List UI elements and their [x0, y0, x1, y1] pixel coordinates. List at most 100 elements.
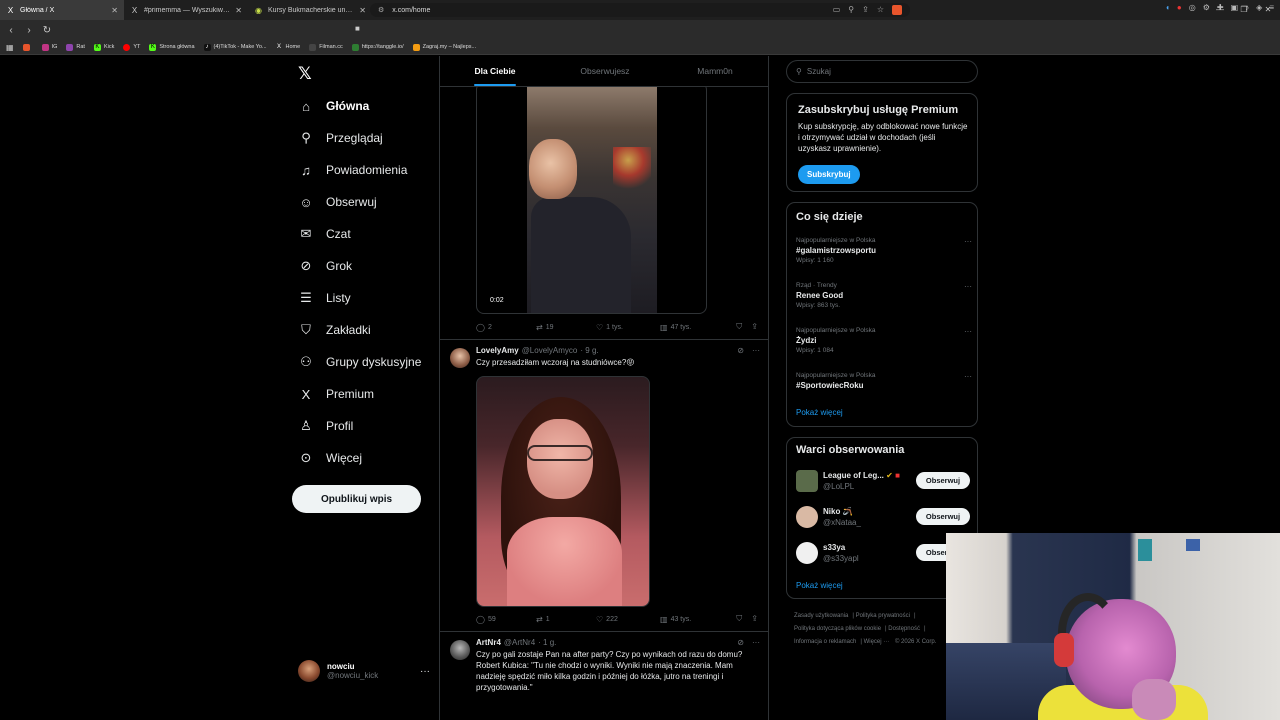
bookmark-item[interactable]: ♪ (4)TikTok - Make Yo...: [203, 43, 267, 51]
zoom-icon[interactable]: ⚲: [848, 5, 854, 15]
views-button[interactable]: ▥ 43 tys.: [660, 615, 728, 624]
footer-link[interactable]: Informacja o reklamach: [794, 639, 856, 645]
bookmark-item[interactable]: K Strona główna: [149, 43, 195, 51]
nav-item-chat[interactable]: ✉ Czat: [298, 224, 351, 244]
author-handle[interactable]: @ArtNr4: [504, 638, 535, 647]
tab-search[interactable]: X #primemma — Wyszukiwanie / X ✕: [124, 0, 248, 20]
search-input[interactable]: ⚲ Szukaj: [786, 60, 978, 83]
extension-icon[interactable]: ◎: [1189, 3, 1196, 12]
footer-link[interactable]: Więcej ···: [864, 639, 890, 645]
bookmark-item[interactable]: YT: [123, 43, 140, 51]
bookmark-item[interactable]: K Kick: [93, 43, 114, 51]
footer-link[interactable]: Zasady użytkowania: [794, 613, 848, 619]
reply-button[interactable]: ◯ 2: [476, 323, 536, 332]
close-icon[interactable]: ✕: [111, 6, 118, 15]
avatar[interactable]: [796, 470, 818, 492]
author-name[interactable]: LovelyAmy: [476, 346, 519, 355]
post-time[interactable]: · 9 g.: [580, 346, 598, 355]
subscribe-button[interactable]: Subskrybuj: [798, 165, 860, 184]
follow-suggestion[interactable]: League of Leg... ✔ ■ @LoLPL Obserwuj: [796, 468, 970, 494]
views-button[interactable]: ▥ 47 tys.: [660, 323, 728, 332]
back-icon[interactable]: ‹: [6, 25, 16, 36]
post-video[interactable]: 0:02: [476, 82, 707, 314]
more-icon[interactable]: ···: [752, 638, 760, 647]
footer-link[interactable]: Polityka dotycząca plików cookie: [794, 626, 881, 632]
reload-icon[interactable]: ↻: [42, 25, 52, 36]
bookmark-item[interactable]: Rat: [66, 43, 85, 51]
site-info-icon[interactable]: ⚙: [378, 6, 384, 14]
repost-button[interactable]: ⇄ 19: [536, 323, 596, 332]
show-more-link[interactable]: Pokaż więcej: [796, 581, 843, 590]
nav-item-communities[interactable]: ⚇ Grupy dyskusyjne: [298, 352, 421, 372]
nav-item-home[interactable]: ⌂ Główna: [298, 96, 369, 116]
extension-icon[interactable]: ●: [1177, 3, 1182, 12]
post-time[interactable]: · 1 g.: [538, 638, 556, 647]
more-icon[interactable]: ···: [964, 372, 972, 381]
nav-item-notifications[interactable]: ♫ Powiadomienia: [298, 160, 407, 180]
more-icon[interactable]: ···: [964, 282, 972, 291]
footer-link[interactable]: Dostępność: [888, 626, 920, 632]
grok-icon[interactable]: ⊘: [737, 346, 744, 355]
bookmark-item[interactable]: Zagraj.my – Najleps...: [412, 43, 476, 51]
like-button[interactable]: ♡ 222: [596, 615, 660, 624]
sidebar-icon[interactable]: ▣: [1231, 3, 1239, 12]
grok-icon[interactable]: ⊘: [737, 638, 744, 647]
url-field[interactable]: ⚙ x.com/home ▭ ⚲ ⇪ ☆: [370, 3, 910, 17]
trend-item[interactable]: Najpopularniejsze w Polska #galamistrzow…: [796, 237, 972, 264]
post-image[interactable]: [476, 376, 650, 607]
bookmark-icon[interactable]: ⛉: [736, 322, 742, 332]
nav-item-lists[interactable]: ☰ Listy: [298, 288, 351, 308]
like-button[interactable]: ♡ 1 tys.: [596, 323, 660, 332]
tab-custom-feed[interactable]: Mamm0n: [660, 56, 768, 86]
tab-x-home[interactable]: X Główna / X ✕: [0, 0, 124, 20]
follow-suggestion[interactable]: s33ya @s33yapl Obserwuj: [796, 540, 970, 566]
nav-item-bookmarks[interactable]: ⛉ Zakładki: [298, 320, 371, 340]
cast-icon[interactable]: ▭: [833, 5, 841, 15]
bookmark-icon[interactable]: ⛉: [736, 614, 742, 624]
follow-suggestion[interactable]: Niko 🪃 @xNataa_ Obserwuj: [796, 504, 970, 530]
puzzle-icon[interactable]: ✚: [1217, 3, 1224, 12]
bookmark-star-icon[interactable]: ☆: [877, 5, 884, 15]
bookmark-item[interactable]: X Home: [276, 44, 300, 51]
repost-button[interactable]: ⇄ 1: [536, 615, 596, 624]
avatar[interactable]: [450, 640, 470, 660]
bookmark-item[interactable]: Filman.cc: [309, 43, 343, 51]
follow-button[interactable]: Obserwuj: [916, 472, 970, 489]
audio-icon[interactable]: ◖: [1165, 3, 1170, 12]
close-icon[interactable]: ✕: [359, 6, 366, 15]
more-icon[interactable]: ···: [964, 237, 972, 246]
account-switcher[interactable]: nowciu @nowciu_kick ···: [298, 660, 430, 682]
tab-odds[interactable]: ◉ Kursy Bukmacherskie undefined - Ol ✕: [248, 0, 372, 20]
nav-item-explore[interactable]: ⚲ Przeglądaj: [298, 128, 382, 148]
bookmark-item[interactable]: [22, 43, 33, 51]
share-icon[interactable]: ⇪: [862, 5, 869, 15]
tab-for-you[interactable]: Dla Ciebie: [440, 56, 550, 86]
bookmark-item[interactable]: https://tanggle.io/: [351, 43, 404, 51]
avatar[interactable]: [450, 348, 470, 368]
brave-shield-icon[interactable]: [892, 5, 902, 15]
post-button[interactable]: Opublikuj wpis: [292, 485, 421, 513]
nav-item-grok[interactable]: ⊘ Grok: [298, 256, 352, 276]
close-icon[interactable]: ✕: [235, 6, 242, 15]
extension-icon[interactable]: ⚙: [1203, 3, 1210, 12]
trend-item[interactable]: Najpopularniejsze w Polska #SportowiecRo…: [796, 372, 972, 390]
bookmark-page-icon[interactable]: ■: [355, 24, 360, 33]
trend-item[interactable]: Rząd · Trendy Renee Good Wpisy: 863 tys.…: [796, 282, 972, 309]
forward-icon[interactable]: ›: [24, 25, 34, 36]
bookmark-item[interactable]: IG: [41, 43, 57, 51]
more-icon[interactable]: ···: [964, 327, 972, 336]
follow-button[interactable]: Obserwuj: [916, 508, 970, 525]
avatar[interactable]: [796, 506, 818, 528]
tab-following[interactable]: Obserwujesz: [550, 56, 660, 86]
reply-button[interactable]: ◯ 59: [476, 615, 536, 624]
music-icon[interactable]: ♪: [1245, 3, 1249, 12]
nav-item-profile[interactable]: ♙ Profil: [298, 416, 353, 436]
trend-item[interactable]: Najpopularniejsze w Polska Żydzi Wpisy: …: [796, 327, 972, 354]
nav-item-premium[interactable]: X Premium: [298, 384, 374, 404]
author-name[interactable]: ArtNr4: [476, 638, 501, 647]
x-logo-icon[interactable]: 𝕏: [298, 64, 312, 84]
show-more-link[interactable]: Pokaż więcej: [796, 408, 843, 417]
share-icon[interactable]: ⇪: [751, 614, 758, 624]
nav-item-follow[interactable]: ☺ Obserwuj: [298, 192, 376, 212]
apps-grid-icon[interactable]: ▦: [6, 43, 14, 52]
